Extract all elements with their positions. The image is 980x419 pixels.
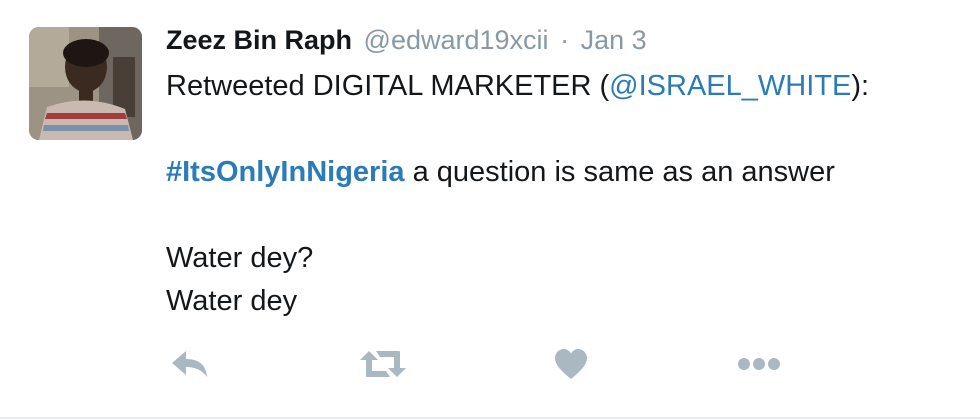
author-username[interactable]: @edward19xcii bbox=[364, 25, 549, 55]
hashtag-line-text: a question is same as an answer bbox=[404, 156, 835, 188]
text-line-3: Water dey? bbox=[166, 242, 314, 274]
tweet-timestamp[interactable]: Jan 3 bbox=[581, 25, 647, 55]
tweet-header: Zeez Bin Raph @edward19xcii · Jan 3 bbox=[166, 22, 966, 58]
like-button[interactable] bbox=[552, 346, 590, 386]
reply-icon bbox=[170, 349, 210, 384]
author-fullname[interactable]: Zeez Bin Raph bbox=[166, 25, 352, 55]
more-button[interactable] bbox=[736, 346, 782, 386]
retweet-prefix: Retweeted DIGITAL MARKETER ( bbox=[166, 70, 610, 102]
tweet-card: Zeez Bin Raph @edward19xcii · Jan 3 Retw… bbox=[0, 0, 980, 419]
tweet-actions bbox=[166, 346, 806, 386]
retweet-button[interactable] bbox=[357, 346, 409, 386]
hashtag-link[interactable]: #ItsOnlyInNigeria bbox=[166, 156, 405, 188]
tweet-content: Zeez Bin Raph @edward19xcii · Jan 3 Retw… bbox=[166, 22, 966, 323]
header-separator: · bbox=[560, 25, 570, 55]
text-line-4: Water dey bbox=[166, 285, 298, 317]
retweet-suffix: ): bbox=[851, 70, 870, 102]
more-dots-icon bbox=[737, 357, 781, 376]
reply-button[interactable] bbox=[168, 346, 212, 386]
avatar[interactable] bbox=[29, 27, 142, 140]
retweet-line: Retweeted DIGITAL MARKETER (@ISRAEL_WHIT… bbox=[166, 65, 966, 108]
retweet-icon bbox=[359, 349, 407, 384]
tweet-text: Retweeted DIGITAL MARKETER (@ISRAEL_WHIT… bbox=[166, 65, 966, 323]
hashtag-line: #ItsOnlyInNigeria a question is same as … bbox=[166, 151, 966, 194]
mention-link[interactable]: @ISRAEL_WHITE bbox=[609, 70, 851, 102]
heart-icon bbox=[554, 348, 588, 385]
